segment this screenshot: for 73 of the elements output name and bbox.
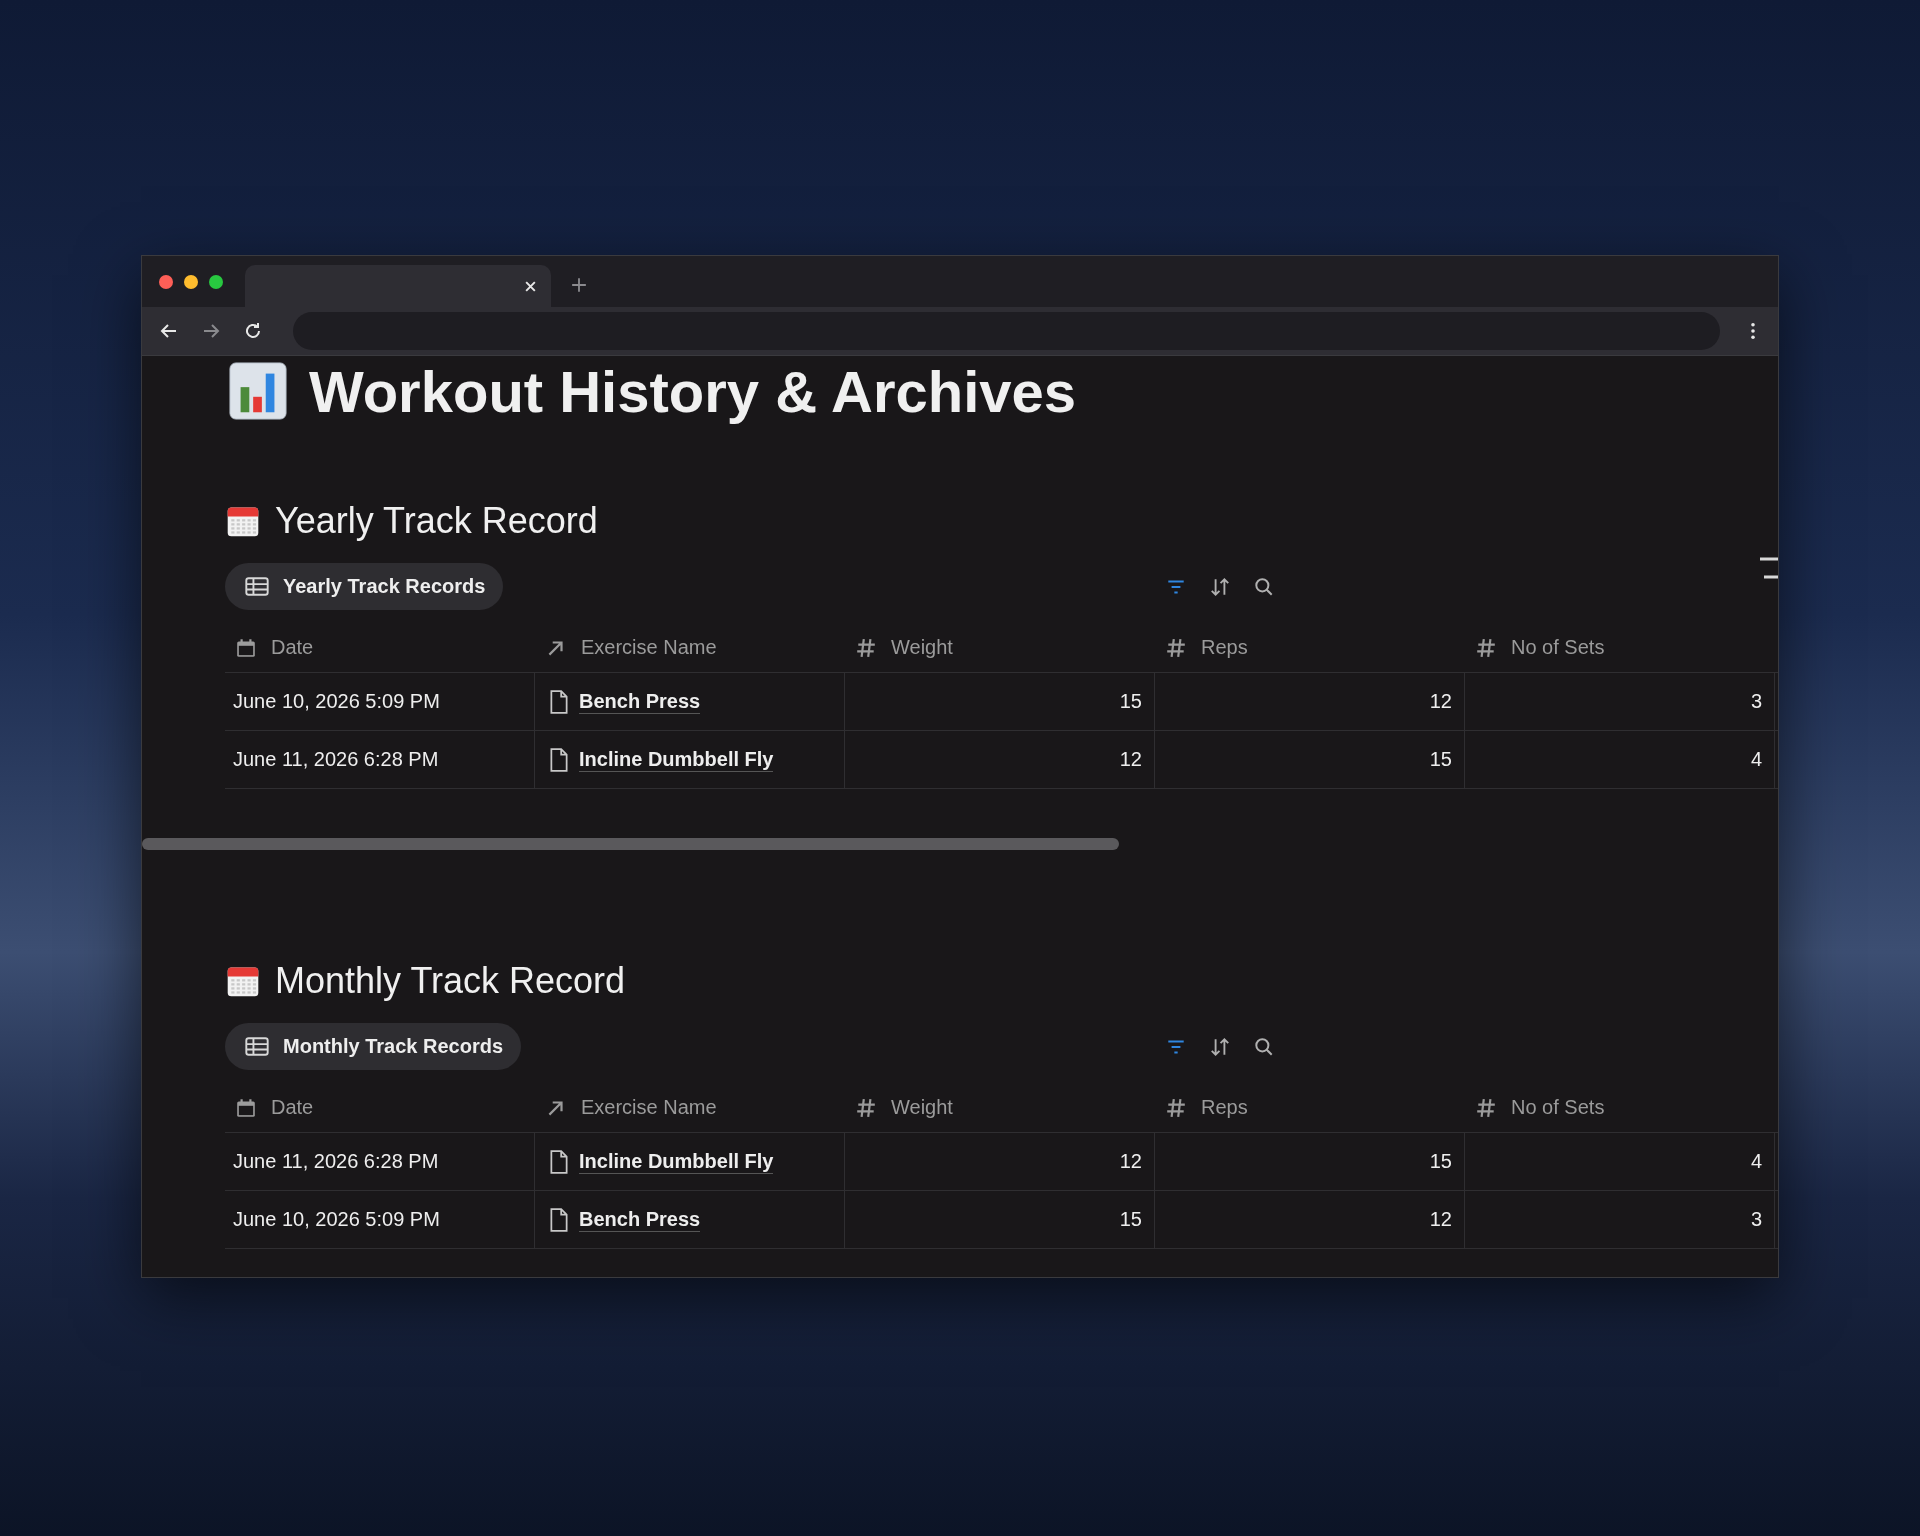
column-header[interactable]: Exercise Name — [535, 623, 845, 672]
table-cell: 15 — [845, 1191, 1155, 1248]
close-window-icon[interactable] — [159, 274, 173, 289]
table-icon — [245, 577, 269, 596]
table-cell: 15 — [845, 673, 1155, 730]
table-cell: 15 — [1155, 1133, 1465, 1190]
column-label: Reps — [1201, 636, 1248, 659]
column-header[interactable]: Reps — [1155, 623, 1465, 672]
calendar-icon — [235, 1096, 257, 1119]
table-cell: 12 — [1155, 673, 1465, 730]
table-cell: 12 — [845, 731, 1155, 788]
page-title: Workout History & Archives — [309, 357, 1077, 425]
hash-icon — [1165, 1096, 1187, 1119]
bar-chart-icon — [229, 362, 287, 420]
exercise-link[interactable]: Incline Dumbbell Fly — [579, 1149, 774, 1174]
column-header[interactable]: Reps — [1155, 1083, 1465, 1132]
page-icon — [549, 1207, 569, 1232]
table-cell: 4 — [1465, 1133, 1775, 1190]
outline-handle-icon[interactable] — [1758, 556, 1778, 580]
table-cell: June 10, 2026 5:09 PM — [225, 673, 535, 730]
column-label: Weight — [891, 1096, 953, 1119]
exercise-link[interactable]: Bench Press — [579, 689, 701, 714]
hash-icon — [855, 1096, 877, 1119]
column-header[interactable]: No of Sets — [1465, 1083, 1775, 1132]
section-heading: Yearly Track Record — [275, 500, 598, 542]
table-cell: June 10, 2026 5:09 PM — [225, 1191, 535, 1248]
column-label: Reps — [1201, 1096, 1248, 1119]
hash-icon — [1475, 1096, 1497, 1119]
table-cell: June 11, 2026 6:28 PM — [225, 1133, 535, 1190]
new-tab-icon[interactable] — [571, 277, 587, 293]
close-icon[interactable] — [524, 279, 537, 293]
section-heading: Monthly Track Record — [275, 960, 626, 1002]
column-header[interactable]: Weight — [845, 1083, 1155, 1132]
minimize-window-icon[interactable] — [184, 274, 198, 289]
page-icon — [549, 1149, 569, 1174]
search-icon[interactable] — [1253, 575, 1275, 598]
table-cell: 4 — [1465, 731, 1775, 788]
column-header[interactable]: No of Sets — [1465, 623, 1775, 672]
column-header[interactable]: Date — [225, 1083, 535, 1132]
column-label: Weight — [891, 636, 953, 659]
sort-icon[interactable] — [1209, 575, 1231, 598]
hash-icon — [855, 636, 877, 659]
hash-icon — [1165, 636, 1187, 659]
page-icon — [549, 747, 569, 772]
column-header[interactable]: Weight — [845, 623, 1155, 672]
column-header[interactable]: Date — [225, 623, 535, 672]
column-label: Exercise Name — [581, 636, 717, 659]
exercise-link[interactable]: Incline Dumbbell Fly — [579, 747, 774, 772]
exercise-link[interactable]: Bench Press — [579, 1207, 701, 1232]
column-header[interactable]: Exercise Name — [535, 1083, 845, 1132]
search-icon[interactable] — [1253, 1035, 1275, 1058]
table-icon — [245, 1037, 269, 1056]
calendar-icon — [235, 636, 257, 659]
table-cell: 3 — [1465, 673, 1775, 730]
horizontal-scrollbar[interactable] — [142, 838, 1119, 850]
column-label: Exercise Name — [581, 1096, 717, 1119]
maximize-window-icon[interactable] — [209, 274, 223, 289]
table-cell: 15 — [1155, 731, 1465, 788]
sort-icon[interactable] — [1209, 1035, 1231, 1058]
column-label: No of Sets — [1511, 636, 1605, 659]
view-tab[interactable]: Monthly Track Records — [225, 1023, 522, 1070]
view-tab[interactable]: Yearly Track Records — [225, 563, 504, 610]
table-cell: 12 — [845, 1133, 1155, 1190]
hash-icon — [1475, 636, 1497, 659]
column-label: Date — [271, 636, 314, 659]
column-label: Date — [271, 1096, 314, 1119]
reload-icon[interactable] — [243, 321, 263, 341]
table-cell: 3 — [1465, 1191, 1775, 1248]
page-icon — [549, 689, 569, 714]
table-cell: June 11, 2026 6:28 PM — [225, 731, 535, 788]
table-cell: 12 — [1155, 1191, 1465, 1248]
column-label: No of Sets — [1511, 1096, 1605, 1119]
menu-icon[interactable] — [1750, 322, 1756, 340]
